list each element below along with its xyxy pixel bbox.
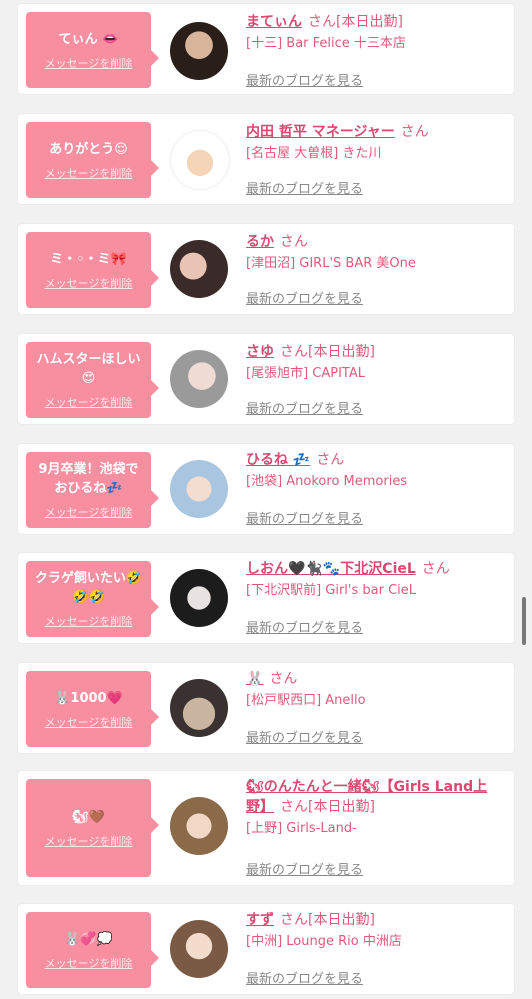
delete-message-link[interactable]: メッセージを削除 bbox=[45, 165, 133, 181]
shop-link[interactable]: [上野] Girls-Land- bbox=[246, 819, 506, 839]
shop-link[interactable]: [名古屋 大曽根] きた川 bbox=[246, 144, 506, 164]
avatar[interactable] bbox=[170, 797, 228, 855]
name-suffix: さん[本日出勤] bbox=[280, 344, 375, 360]
message-bubble: てぃん 👄 メッセージを削除 bbox=[26, 12, 159, 88]
cast-name-link[interactable]: まてぃん bbox=[246, 14, 302, 30]
cast-name-link[interactable]: すず bbox=[246, 912, 274, 928]
delete-message-link[interactable]: メッセージを削除 bbox=[45, 504, 133, 520]
shop-link[interactable]: [下北沢駅前] Girl's bar CieL bbox=[246, 581, 506, 601]
avatar[interactable] bbox=[170, 350, 228, 408]
blog-link[interactable]: 最新のブログを見る bbox=[246, 859, 363, 878]
list-item: 🐿🤎 メッセージを削除 🐿のんたんと一緒🐿【Girls Land上野】 さん[本日… bbox=[18, 771, 514, 885]
avatar[interactable] bbox=[170, 679, 228, 737]
delete-message-link[interactable]: メッセージを削除 bbox=[45, 613, 133, 629]
message-bubble: クラゲ飼いたい🤣 🤣🤣 メッセージを削除 bbox=[26, 561, 159, 637]
cast-name-link[interactable]: しおん🖤🐈‍⬛🐾下北沢CieL bbox=[246, 561, 416, 577]
avatar[interactable] bbox=[170, 460, 228, 518]
avatar[interactable] bbox=[170, 130, 230, 190]
list-item: 9月卒業！池袋で おひるね💤 メッセージを削除 ひるね 💤 さん [池袋] Ano… bbox=[18, 444, 514, 534]
cast-name-link[interactable]: ひるね 💤 bbox=[246, 452, 310, 468]
list-item: 🐰💞💭 メッセージを削除 すず さん[本日出勤] [中洲] Lounge Rio … bbox=[18, 904, 514, 994]
name-suffix: さん[本日出勤] bbox=[280, 799, 375, 815]
name-suffix: さん bbox=[421, 561, 450, 577]
name-suffix: さん bbox=[316, 452, 345, 468]
message-bubble: 🐰💞💭 メッセージを削除 bbox=[26, 912, 159, 988]
message-bubble: 🐰1000💗 メッセージを削除 bbox=[26, 671, 159, 747]
message-text: 🐿🤎 bbox=[72, 809, 105, 825]
message-text: 🐰1000💗 bbox=[54, 690, 123, 706]
message-bubble: 9月卒業！池袋で おひるね💤 メッセージを削除 bbox=[26, 452, 159, 528]
cast-name-link[interactable]: さゆ bbox=[246, 344, 274, 360]
message-bubble: ミ・◦・ミ🎀 メッセージを削除 bbox=[26, 232, 159, 308]
delete-message-link[interactable]: メッセージを削除 bbox=[45, 833, 133, 849]
message-list: てぃん 👄 メッセージを削除 まてぃん さん[本日出勤] [十三] Bar Fel… bbox=[0, 0, 532, 999]
message-text: ミ・◦・ミ🎀 bbox=[50, 251, 127, 267]
avatar[interactable] bbox=[170, 240, 228, 298]
list-item: てぃん 👄 メッセージを削除 まてぃん さん[本日出勤] [十三] Bar Fel… bbox=[18, 4, 514, 94]
blog-link[interactable]: 最新のブログを見る bbox=[246, 70, 363, 89]
shop-link[interactable]: [十三] Bar Felice 十三本店 bbox=[246, 34, 506, 54]
avatar[interactable] bbox=[170, 920, 228, 978]
delete-message-link[interactable]: メッセージを削除 bbox=[45, 394, 133, 410]
blog-link[interactable]: 最新のブログを見る bbox=[246, 968, 363, 987]
shop-link[interactable]: [松戸駅西口] Anello bbox=[246, 691, 506, 711]
message-bubble: ありがとう😌 メッセージを削除 bbox=[26, 122, 159, 198]
delete-message-link[interactable]: メッセージを削除 bbox=[45, 275, 133, 291]
shop-link[interactable]: [尾張旭市] CAPITAL bbox=[246, 364, 506, 384]
message-text: ありがとう😌 bbox=[49, 141, 128, 157]
name-suffix: さん bbox=[280, 234, 308, 250]
shop-link[interactable]: [中洲] Lounge Rio 中洲店 bbox=[246, 932, 506, 952]
list-item: ハムスターほしい 😍 メッセージを削除 さゆ さん[本日出勤] [尾張旭市] CA… bbox=[18, 334, 514, 424]
name-suffix: さん[本日出勤] bbox=[308, 14, 403, 30]
message-text: てぃん 👄 bbox=[58, 31, 119, 47]
list-item: ミ・◦・ミ🎀 メッセージを削除 るか さん [津田沼] GIRL'S BAR 美O… bbox=[18, 224, 514, 314]
name-suffix: さん bbox=[269, 671, 298, 687]
name-suffix: さん bbox=[400, 124, 429, 140]
blog-link[interactable]: 最新のブログを見る bbox=[246, 617, 363, 636]
message-text: 🐰💞💭 bbox=[64, 931, 113, 947]
message-text: ハムスターほしい 😍 bbox=[36, 352, 141, 386]
list-item: クラゲ飼いたい🤣 🤣🤣 メッセージを削除 しおん🖤🐈‍⬛🐾下北沢CieL さん [… bbox=[18, 553, 514, 643]
blog-link[interactable]: 最新のブログを見る bbox=[246, 288, 363, 307]
blog-link[interactable]: 最新のブログを見る bbox=[246, 178, 363, 197]
avatar[interactable] bbox=[170, 569, 228, 627]
cast-name-link[interactable]: 内田 哲平 マネージャー bbox=[246, 124, 395, 140]
shop-link[interactable]: [津田沼] GIRL'S BAR 美One bbox=[246, 254, 506, 274]
delete-message-link[interactable]: メッセージを削除 bbox=[45, 714, 133, 730]
scrollbar[interactable] bbox=[522, 597, 526, 645]
list-item: 🐰1000💗 メッセージを削除 🐰 さん [松戸駅西口] Anello 最新のブロ… bbox=[18, 663, 514, 753]
name-suffix: さん[本日出勤] bbox=[280, 912, 375, 928]
message-bubble: 🐿🤎 メッセージを削除 bbox=[26, 779, 159, 877]
list-item: ありがとう😌 メッセージを削除 内田 哲平 マネージャー さん [名古屋 大曽根]… bbox=[18, 114, 514, 204]
message-text: クラゲ飼いたい🤣 🤣🤣 bbox=[34, 571, 143, 605]
blog-link[interactable]: 最新のブログを見る bbox=[246, 727, 363, 746]
delete-message-link[interactable]: メッセージを削除 bbox=[45, 55, 133, 71]
message-bubble: ハムスターほしい 😍 メッセージを削除 bbox=[26, 342, 159, 418]
avatar[interactable] bbox=[170, 22, 228, 80]
cast-name-link[interactable]: 🐰 bbox=[246, 671, 263, 687]
message-text: 9月卒業！池袋で おひるね💤 bbox=[38, 462, 139, 496]
delete-message-link[interactable]: メッセージを削除 bbox=[45, 955, 133, 971]
shop-link[interactable]: [池袋] Anokoro Memories bbox=[246, 472, 506, 492]
cast-name-link[interactable]: るか bbox=[246, 234, 274, 250]
blog-link[interactable]: 最新のブログを見る bbox=[246, 508, 363, 527]
blog-link[interactable]: 最新のブログを見る bbox=[246, 398, 363, 417]
